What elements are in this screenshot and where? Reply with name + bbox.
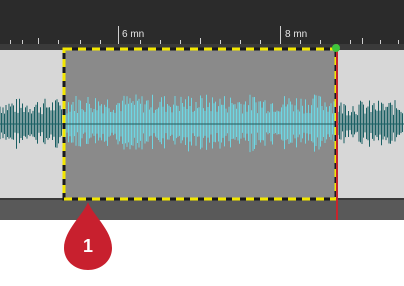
ruler-tick — [38, 38, 39, 44]
ruler-label-6mn: 6 mn — [122, 29, 145, 40]
ruler-tick — [240, 40, 241, 44]
waveform — [0, 94, 404, 153]
ruler-tick — [220, 40, 221, 44]
ruler-tick — [398, 40, 399, 44]
ruler-tick — [320, 40, 321, 44]
ruler-tick — [22, 40, 23, 44]
playhead-handle[interactable] — [332, 44, 340, 52]
ruler-tick — [118, 26, 119, 44]
track-footer — [0, 198, 404, 220]
ruler-tick — [280, 26, 281, 44]
ruler-tick — [350, 40, 351, 44]
marker-number: 1 — [82, 236, 93, 256]
ruler-tick — [10, 40, 11, 44]
ruler-tick — [362, 38, 363, 44]
waveform-selected — [63, 94, 336, 153]
ruler-tick — [380, 40, 381, 44]
ruler-tick — [80, 40, 81, 44]
ruler-tick — [100, 40, 101, 44]
ruler-tick — [58, 40, 59, 44]
ruler-tick — [300, 40, 301, 44]
ruler-tick — [140, 40, 141, 44]
ruler-tick — [160, 40, 161, 44]
ruler-tick — [200, 38, 201, 44]
ruler-tick — [180, 40, 181, 44]
waveform-right — [337, 100, 403, 147]
timeline-ruler[interactable] — [0, 0, 404, 44]
track-footer-divider — [0, 198, 404, 200]
ruler-tick — [260, 40, 261, 44]
ruler-label-8mn: 8 mn — [285, 29, 308, 40]
playhead[interactable] — [336, 44, 338, 220]
